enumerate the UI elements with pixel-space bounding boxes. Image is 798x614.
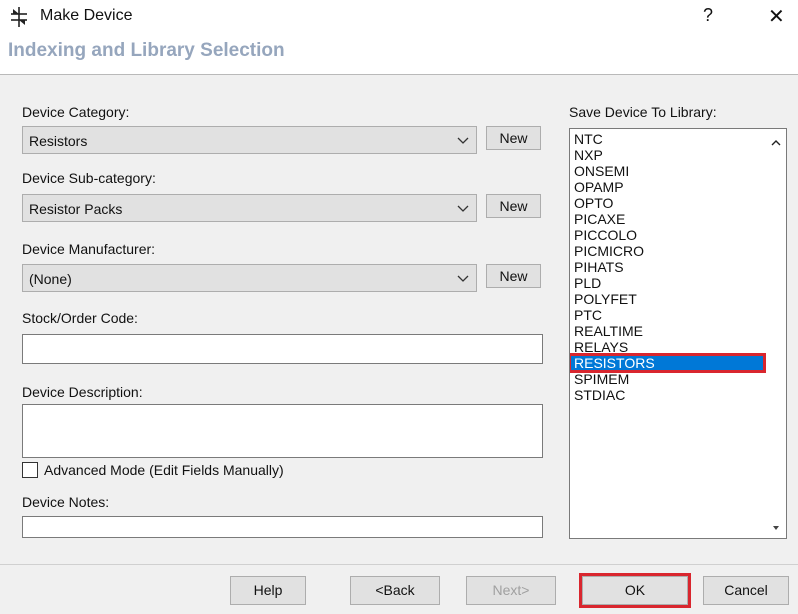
library-item[interactable]: PICCOLO [570,227,764,243]
help-button[interactable]: Help [230,576,306,605]
chevron-down-icon [457,137,469,144]
library-item[interactable]: OPAMP [570,179,764,195]
device-description-field[interactable] [22,404,543,458]
library-item[interactable]: PICMICRO [570,243,764,259]
library-item[interactable]: REALTIME [570,323,764,339]
back-button[interactable]: <Back [350,576,440,605]
device-notes-field[interactable] [22,516,543,538]
wizard-header: Indexing and Library Selection [0,34,798,74]
library-item[interactable]: RELAYS [570,339,764,355]
device-subcategory-select[interactable]: Resistor Packs [22,194,477,222]
device-manufacturer-select[interactable]: (None) [22,264,477,292]
page-title: Indexing and Library Selection [8,40,285,61]
device-category-value: Resistors [29,133,88,149]
library-list: NTC NXP ONSEMI OPAMP OPTO PICAXE PICCOLO PICMIC… [570,131,766,403]
library-item[interactable]: SPIMEM [570,371,764,387]
library-item[interactable]: PLD [570,275,764,291]
library-item[interactable]: NTC [570,131,764,147]
scroll-down-icon[interactable] [772,524,780,532]
device-notes-label: Device Notes: [22,494,110,510]
advanced-mode-checkbox[interactable] [22,462,38,478]
next-button[interactable]: Next> [466,576,556,605]
chevron-down-icon [457,205,469,212]
advanced-mode-label: Advanced Mode (Edit Fields Manually) [44,462,284,478]
help-icon[interactable]: ? [703,5,713,26]
stock-code-field[interactable] [22,334,543,364]
device-subcategory-label: Device Sub-category: [22,170,156,186]
library-item[interactable]: PIHATS [570,259,764,275]
device-manufacturer-value: (None) [29,271,72,287]
wizard-footer: Help <Back Next> OK Cancel [0,564,798,614]
library-item[interactable]: PTC [570,307,764,323]
new-subcategory-button[interactable]: New [486,194,541,218]
scroll-up-icon[interactable] [770,137,782,149]
stock-code-label: Stock/Order Code: [22,310,138,326]
library-listbox[interactable]: NTC NXP ONSEMI OPAMP OPTO PICAXE PICCOLO PICMIC… [569,128,787,539]
chevron-down-icon [457,275,469,282]
library-item[interactable]: OPTO [570,195,764,211]
library-item[interactable]: STDIAC [570,387,764,403]
library-label: Save Device To Library: [569,104,717,120]
new-category-button[interactable]: New [486,126,541,150]
library-item[interactable]: NXP [570,147,764,163]
device-description-label: Device Description: [22,384,143,400]
device-category-select[interactable]: Resistors [22,126,477,154]
device-subcategory-value: Resistor Packs [29,201,123,217]
ok-button[interactable]: OK [579,573,691,608]
library-item[interactable]: RESISTORS [570,353,766,373]
cancel-button[interactable]: Cancel [703,576,789,605]
library-item[interactable]: PICAXE [570,211,764,227]
device-category-label: Device Category: [22,104,130,120]
library-item[interactable]: ONSEMI [570,163,764,179]
close-icon[interactable]: ✕ [768,4,785,29]
new-manufacturer-button[interactable]: New [486,264,541,288]
device-manufacturer-label: Device Manufacturer: [22,241,156,257]
app-device-icon [11,7,27,27]
library-item[interactable]: POLYFET [570,291,764,307]
window-title: Make Device [40,7,133,24]
title-bar: Make Device ? ✕ [0,0,798,34]
